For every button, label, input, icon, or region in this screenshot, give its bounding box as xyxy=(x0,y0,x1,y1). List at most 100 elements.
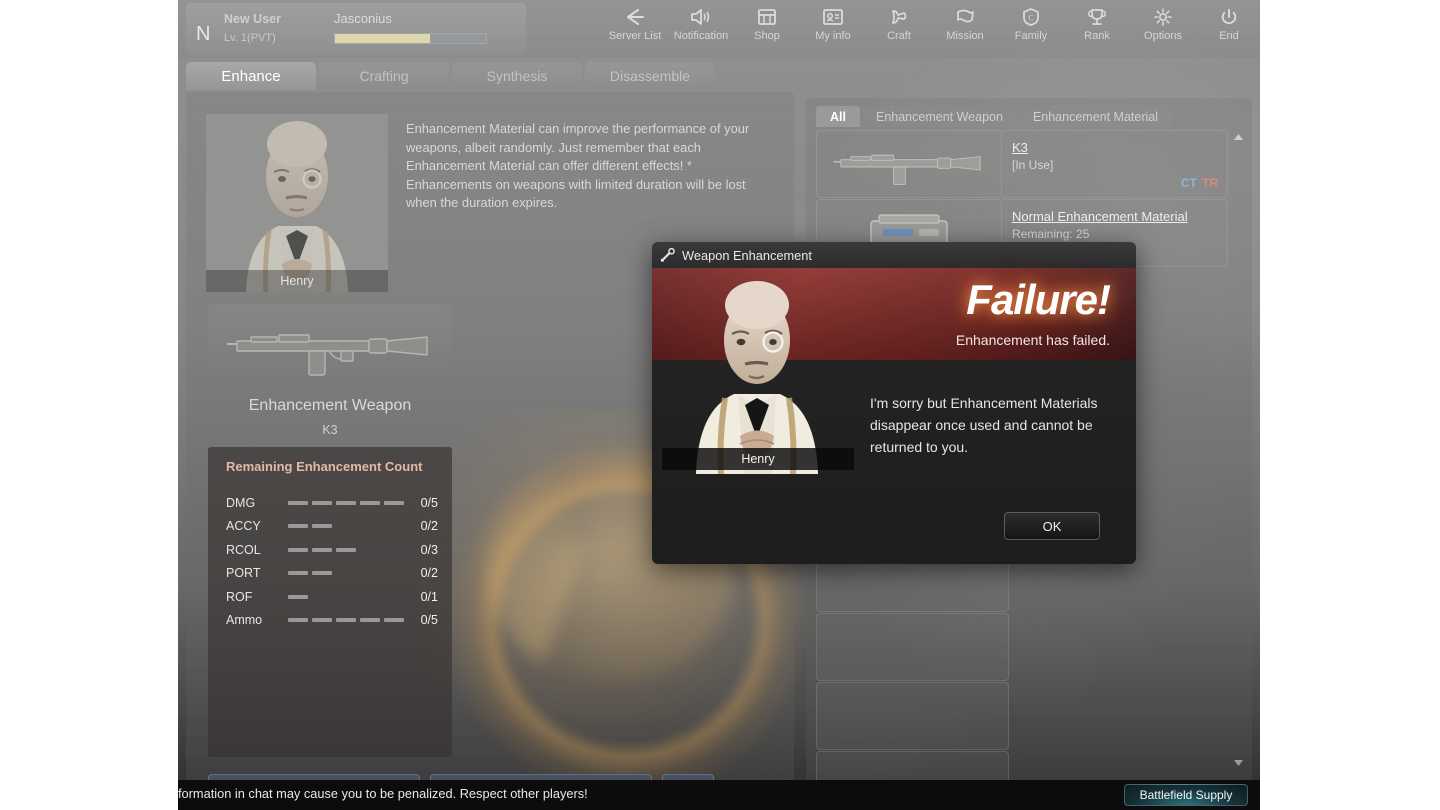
stat-segment xyxy=(384,500,404,505)
top-bar: N New User Lv. 1(PVT) Jasconius Server L… xyxy=(178,0,1260,58)
stat-row: DMG 0/5 xyxy=(208,491,452,515)
stat-row: ACCY 0/2 xyxy=(208,515,452,539)
shield-c-icon: C xyxy=(1023,8,1039,26)
nav-label: Family xyxy=(1014,30,1048,42)
nav-end[interactable]: End xyxy=(1196,0,1260,58)
player-profile-card[interactable]: N New User Lv. 1(PVT) Jasconius xyxy=(186,3,526,55)
item-thumbnail xyxy=(816,130,1002,198)
tab-disassemble[interactable]: Disassemble xyxy=(585,62,715,90)
henry-portrait-illustration xyxy=(696,281,818,474)
nav-rank[interactable]: Rank xyxy=(1064,0,1130,58)
enhancement-weapon-slot[interactable] xyxy=(208,304,452,389)
tab-label: Crafting xyxy=(359,68,409,84)
nav-my-info[interactable]: My info xyxy=(800,0,866,58)
dialog-ok-button[interactable]: OK xyxy=(1004,512,1100,540)
stat-segment xyxy=(288,618,308,623)
scroll-up-button[interactable] xyxy=(1230,130,1246,144)
flag-icon xyxy=(957,9,974,23)
nav-craft[interactable]: Craft xyxy=(866,0,932,58)
scroll-down-button[interactable] xyxy=(1230,756,1246,770)
enhancement-weapon-label: Enhancement Weapon xyxy=(248,397,412,414)
speaker-icon xyxy=(691,9,710,25)
item-side-tags: CT TR xyxy=(1181,176,1218,190)
player-nickname: Jasconius xyxy=(334,11,392,26)
power-icon xyxy=(1221,9,1237,25)
stat-segment xyxy=(312,547,332,552)
dialog-body-text: I'm sorry but Enhancement Materials disa… xyxy=(870,395,1098,455)
stat-segment xyxy=(336,500,356,505)
stat-segment xyxy=(312,618,332,623)
item-name: Normal Enhancement Material xyxy=(1012,209,1188,224)
stat-segment xyxy=(360,618,380,623)
remaining-enhancement-title: Remaining Enhancement Count xyxy=(226,459,423,474)
tag-ct: CT xyxy=(1181,176,1197,190)
tab-synthesis[interactable]: Synthesis xyxy=(452,62,582,90)
inventory-filter-tabs: All Enhancement Weapon Enhancement Mater… xyxy=(816,106,1173,127)
module-tabs: Enhance Crafting Synthesis Disassemble xyxy=(186,62,715,90)
stat-name: ACCY xyxy=(226,519,261,534)
anvil-icon xyxy=(892,10,907,24)
npc-portrait-card: Henry xyxy=(206,114,388,292)
battlefield-supply-button[interactable]: Battlefield Supply xyxy=(1124,784,1248,806)
nav-label: Notification xyxy=(673,30,729,42)
failure-headline: Failure! xyxy=(966,276,1111,323)
failure-subline: Enhancement has failed. xyxy=(955,332,1110,348)
tab-enhance[interactable]: Enhance xyxy=(186,62,316,90)
nav-server-list[interactable]: Server List xyxy=(602,0,668,58)
npc-name-label: Henry xyxy=(206,270,388,292)
item-count: Remaining: 25 xyxy=(1012,227,1090,241)
henry-portrait-illustration xyxy=(206,114,388,292)
nav-label: Craft xyxy=(887,30,911,42)
stat-name: DMG xyxy=(226,495,256,510)
enhancement-weapon-name: K3 xyxy=(322,423,338,437)
nav-options[interactable]: Options xyxy=(1130,0,1196,58)
stat-rows: DMG 0/5 ACCY 0/2 RCOL 0/3 PORT 0/2 ROF 0/1 Ammo 0/5 xyxy=(208,491,452,632)
gear-icon xyxy=(1154,8,1172,26)
nav-shop[interactable]: Shop xyxy=(734,0,800,58)
tab-crafting[interactable]: Crafting xyxy=(319,62,449,90)
nav-notification[interactable]: Notification xyxy=(668,0,734,58)
trophy-icon xyxy=(1088,9,1106,25)
nav-mission[interactable]: Mission xyxy=(932,0,998,58)
stat-segment xyxy=(288,571,308,576)
tab-label: Synthesis xyxy=(486,68,548,84)
chat-bar: formation in chat may cause you to be pe… xyxy=(178,780,1260,810)
app-root: N New User Lv. 1(PVT) Jasconius Server L… xyxy=(0,0,1440,810)
inventory-empty-slot[interactable] xyxy=(816,682,1009,750)
stat-segments xyxy=(288,500,404,505)
stat-name: ROF xyxy=(226,589,253,604)
dialog-npc-name: Henry xyxy=(662,448,854,470)
stat-segment xyxy=(288,547,308,552)
svg-text:C: C xyxy=(1028,14,1033,23)
nav-label: Rank xyxy=(1084,30,1110,42)
item-status: [In Use] xyxy=(1012,158,1054,172)
filter-enhancement-weapon[interactable]: Enhancement Weapon xyxy=(861,106,1017,127)
filter-enhancement-material[interactable]: Enhancement Material xyxy=(1018,106,1173,127)
player-level: Lv. 1(PVT) xyxy=(224,32,276,44)
stat-segment xyxy=(288,594,308,599)
caret-up-icon xyxy=(1233,134,1243,140)
remaining-enhancement-panel: Remaining Enhancement Count DMG 0/5 ACCY 0/… xyxy=(208,447,452,757)
stat-row: ROF 0/1 xyxy=(208,585,452,609)
stat-segment xyxy=(312,500,332,505)
filter-all[interactable]: All xyxy=(816,106,860,127)
nav-family[interactable]: C Family xyxy=(998,0,1064,58)
filter-label: All xyxy=(830,109,846,124)
item-detail: K3 [In Use] CT TR xyxy=(1002,130,1228,198)
inventory-empty-slot[interactable] xyxy=(816,613,1009,681)
inventory-scrollbar[interactable] xyxy=(1230,130,1246,770)
rifle-icon xyxy=(833,154,981,186)
stat-value: 0/2 xyxy=(420,519,438,534)
stat-segment xyxy=(312,571,332,576)
nav-icon-bar: Server List Notification Shop My info Cr… xyxy=(602,0,1260,58)
game-viewport: N New User Lv. 1(PVT) Jasconius Server L… xyxy=(178,0,1260,810)
stat-value: 0/1 xyxy=(420,589,438,604)
stat-name: PORT xyxy=(226,566,261,581)
inventory-row-weapon[interactable]: K3 [In Use] CT TR xyxy=(816,130,1228,198)
stat-segment xyxy=(360,500,380,505)
nav-label: My info xyxy=(815,30,851,42)
stat-segment xyxy=(336,547,356,552)
rifle-icon xyxy=(227,333,428,376)
player-title: New User xyxy=(224,12,281,26)
tag-tr: TR xyxy=(1202,176,1218,190)
